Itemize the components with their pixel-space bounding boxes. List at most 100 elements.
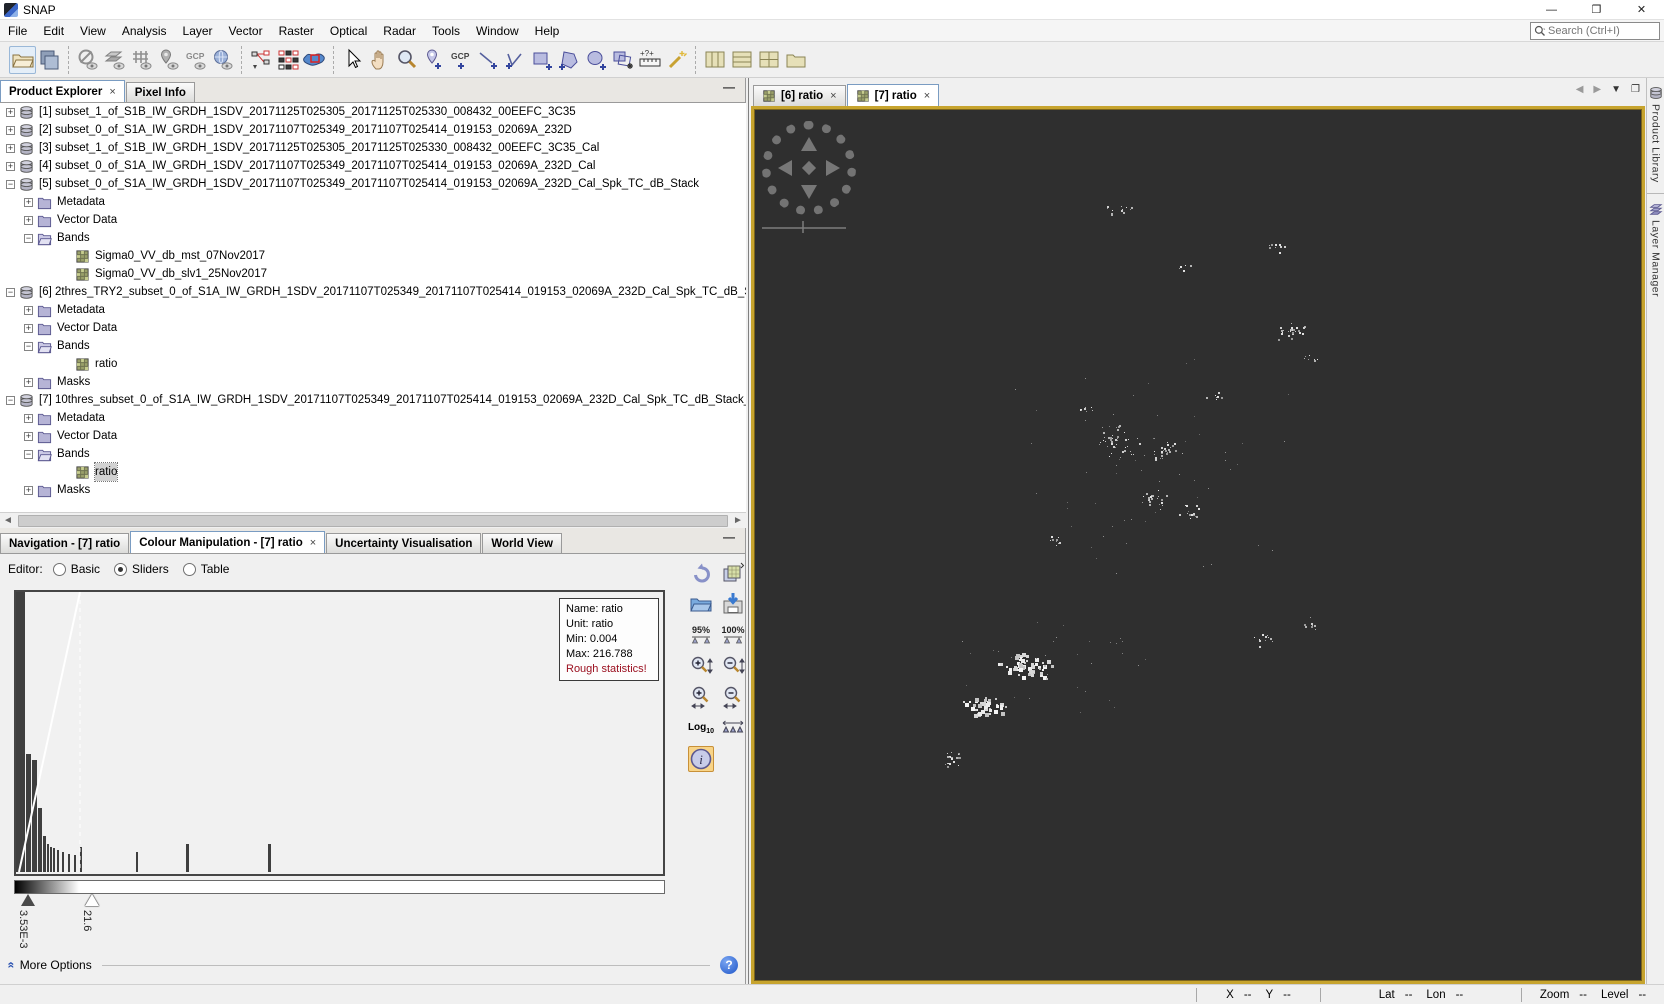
editor-radio-table[interactable]: Table <box>182 562 229 576</box>
tree-node[interactable]: + Vector Data <box>0 319 746 337</box>
tree-horizontal-scrollbar[interactable]: ◄ ► <box>0 512 746 528</box>
close-tab-icon[interactable]: × <box>310 537 316 549</box>
tab-product-explorer[interactable]: Product Explorer × <box>0 80 125 102</box>
range-100-icon[interactable]: 100% <box>720 622 746 648</box>
editor-radio-basic[interactable]: Basic <box>52 562 100 576</box>
polygon-drawing-tool-icon[interactable] <box>555 46 582 74</box>
tree-expander-icon[interactable]: − <box>24 233 33 243</box>
zoom-out-horizontal-icon[interactable] <box>720 684 746 710</box>
menu-analysis[interactable]: Analysis <box>114 22 175 40</box>
tab-pixel-info[interactable]: Pixel Info <box>125 82 195 102</box>
menu-view[interactable]: View <box>72 22 114 40</box>
close-tab-icon[interactable]: × <box>109 86 115 98</box>
polyline-drawing-tool-icon[interactable] <box>501 46 528 74</box>
range-95-icon[interactable]: 95% <box>688 622 714 648</box>
menu-window[interactable]: Window <box>468 22 527 40</box>
window-minimize-button[interactable]: — <box>1529 0 1574 19</box>
window-restore-button[interactable]: ❐ <box>1574 0 1619 19</box>
tile-single-icon[interactable] <box>782 46 809 74</box>
tile-evenly-icon[interactable] <box>755 46 782 74</box>
tree-expander-icon[interactable]: + <box>6 125 15 135</box>
maximize-view-icon[interactable]: ❐ <box>1631 84 1640 95</box>
distribute-sliders-icon[interactable] <box>720 715 746 741</box>
pan-tool-icon[interactable] <box>366 46 393 74</box>
tree-expander-icon[interactable]: + <box>24 485 33 495</box>
scroll-tabs-right-icon[interactable]: ▶ <box>1593 84 1601 95</box>
view-tab--6-ratio[interactable]: [6] ratio × <box>753 85 846 106</box>
scroll-left-icon[interactable]: ◄ <box>0 513 16 529</box>
tree-node[interactable]: + [4] subset_0_of_S1A_IW_GRDH_1SDV_201711… <box>0 157 746 175</box>
menu-vector[interactable]: Vector <box>221 22 271 40</box>
no-data-overlay-icon[interactable] <box>74 46 101 74</box>
expand-more-options-icon[interactable]: « <box>4 962 18 969</box>
dock-tab-product-library[interactable]: Product Library <box>1647 78 1664 183</box>
search-box[interactable] <box>1530 22 1660 40</box>
tree-expander-icon[interactable]: − <box>6 179 15 189</box>
pin-overlay-icon[interactable] <box>155 46 182 74</box>
minimize-panel-icon[interactable]: — <box>721 81 737 96</box>
tree-expander-icon[interactable]: + <box>24 197 33 207</box>
tree-expander-icon[interactable]: − <box>6 395 15 405</box>
tree-node[interactable]: ratio <box>0 462 746 482</box>
zoom-in-vertical-icon[interactable] <box>688 653 714 679</box>
mid-slider-handle[interactable] <box>85 894 99 906</box>
zoom-tool-icon[interactable] <box>393 46 420 74</box>
image-viewport[interactable] <box>751 106 1645 984</box>
close-tab-icon[interactable]: × <box>830 90 836 102</box>
magic-wand-tool-icon[interactable] <box>663 46 690 74</box>
worldmap-overlay-icon[interactable] <box>209 46 236 74</box>
dock-tab-layer-manager[interactable]: Layer Manager <box>1647 192 1664 297</box>
editor-radio-sliders[interactable]: Sliders <box>114 562 169 576</box>
search-input[interactable] <box>1548 25 1648 37</box>
tree-node[interactable]: + [2] subset_0_of_S1A_IW_GRDH_1SDV_201711… <box>0 121 746 139</box>
close-tab-icon[interactable]: × <box>924 90 930 102</box>
tree-expander-icon[interactable]: + <box>6 161 15 171</box>
tree-expander-icon[interactable]: + <box>24 413 33 423</box>
zoom-out-vertical-icon[interactable] <box>720 653 746 679</box>
menu-file[interactable]: File <box>0 22 35 40</box>
scroll-tabs-left-icon[interactable]: ◀ <box>1576 84 1584 95</box>
select-layer-tool-icon[interactable] <box>609 46 636 74</box>
tree-node[interactable]: + Vector Data <box>0 427 746 445</box>
open-palette-icon[interactable] <box>688 591 714 617</box>
menu-layer[interactable]: Layer <box>175 22 221 40</box>
tree-expander-icon[interactable]: + <box>24 323 33 333</box>
tab-navigation-7-ratio[interactable]: Navigation - [7] ratio <box>0 533 130 553</box>
vector-overlay-icon[interactable] <box>101 46 128 74</box>
gcp-overlay-icon[interactable] <box>182 46 209 74</box>
select-tool-icon[interactable] <box>339 46 366 74</box>
tree-node[interactable]: + [1] subset_1_of_S1B_IW_GRDH_1SDV_201711… <box>0 103 746 121</box>
tree-node[interactable]: + [3] subset_1_of_S1B_IW_GRDH_1SDV_201711… <box>0 139 746 157</box>
tree-expander-icon[interactable]: + <box>24 377 33 387</box>
tile-horizontally-icon[interactable] <box>728 46 755 74</box>
more-options-row[interactable]: « More Options ? <box>4 956 738 974</box>
open-product-icon[interactable] <box>9 45 36 74</box>
tree-node[interactable]: − Bands <box>0 337 746 355</box>
tree-expander-icon[interactable]: + <box>24 431 33 441</box>
tree-expander-icon[interactable]: + <box>6 107 15 117</box>
tree-node[interactable]: − [5] subset_0_of_S1A_IW_GRDH_1SDV_201711… <box>0 175 746 193</box>
log-scaling-icon[interactable]: Log10 <box>688 715 714 741</box>
tree-expander-icon[interactable]: + <box>24 215 33 225</box>
menu-tools[interactable]: Tools <box>424 22 468 40</box>
minimize-panel-icon[interactable]: — <box>721 531 737 546</box>
pan-down-icon[interactable] <box>801 185 817 199</box>
scrollbar-thumb[interactable] <box>18 514 728 527</box>
batch-processing-icon[interactable] <box>274 46 301 74</box>
menu-raster[interactable]: Raster <box>271 22 322 40</box>
range-finder-tool-icon[interactable] <box>636 46 663 74</box>
export-palette-icon[interactable] <box>720 591 746 617</box>
pan-left-icon[interactable] <box>778 160 792 176</box>
save-product-icon[interactable] <box>36 46 63 74</box>
graph-builder-icon[interactable] <box>247 46 274 74</box>
pan-compass-control[interactable] <box>762 121 856 215</box>
tab-world-view[interactable]: World View <box>482 533 562 553</box>
tile-vertically-icon[interactable] <box>701 46 728 74</box>
tree-node[interactable]: − Bands <box>0 445 746 463</box>
tree-node[interactable]: + Metadata <box>0 301 746 319</box>
menu-edit[interactable]: Edit <box>35 22 72 40</box>
tree-expander-icon[interactable]: + <box>6 143 15 153</box>
min-slider-handle[interactable] <box>21 894 35 906</box>
zoom-in-horizontal-icon[interactable] <box>688 684 714 710</box>
tab-uncertainty-visualisation[interactable]: Uncertainty Visualisation <box>326 533 482 553</box>
